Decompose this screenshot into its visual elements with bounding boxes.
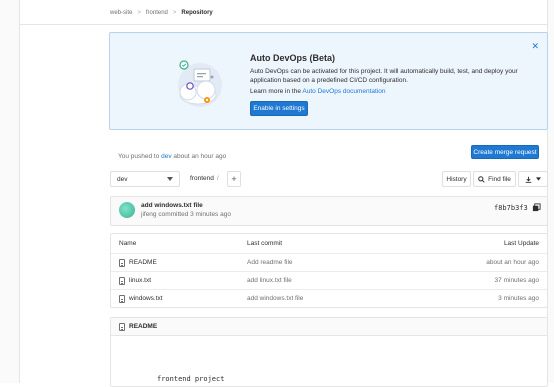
add-file-button[interactable]: + [227, 171, 241, 187]
breadcrumb-project[interactable]: frontend [146, 10, 168, 16]
download-dropdown[interactable] [518, 171, 548, 187]
breadcrumb-separator: > [137, 10, 141, 16]
column-last-update: Last Update [503, 240, 539, 247]
enable-in-settings-button[interactable]: Enable in settings [250, 101, 308, 116]
copy-icon[interactable] [532, 203, 541, 212]
plus-icon: + [231, 174, 237, 184]
file-updated: 37 minutes ago [494, 277, 539, 284]
banner-description: Auto DevOps can be activated for this pr… [250, 68, 518, 84]
file-name-cell: linux.txt [119, 276, 151, 285]
column-last-commit: Last commit [247, 240, 283, 247]
push-suffix: about an hour ago [171, 153, 227, 160]
create-merge-request-button[interactable]: Create merge request [471, 145, 539, 159]
file-commit[interactable]: add linux.txt file [247, 277, 292, 284]
search-icon [478, 175, 485, 183]
last-commit-box: add windows.txt file jifeng committed 3 … [110, 196, 548, 226]
find-file-label: Find file [488, 175, 511, 183]
file-updated: 3 minutes ago [498, 295, 539, 302]
file-name[interactable]: README [129, 259, 157, 266]
breadcrumb-group[interactable]: web-site [110, 10, 132, 16]
chevron-down-icon [536, 177, 541, 181]
file-updated: about an hour ago [486, 259, 539, 266]
readme-content: frontend project [157, 375, 225, 383]
table-header: Name Last commit Last Update [111, 234, 547, 253]
find-file-button[interactable]: Find file [473, 171, 516, 187]
column-name: Name [119, 240, 137, 247]
repo-path: frontend / [190, 175, 219, 182]
avatar[interactable] [119, 202, 135, 218]
file-icon [119, 258, 125, 267]
breadcrumb-separator: > [172, 10, 177, 16]
commit-message[interactable]: add windows.txt file [141, 202, 203, 209]
pushed-branch-link[interactable]: dev [161, 153, 171, 160]
commit-meta: jifeng committed 3 minutes ago [141, 211, 231, 218]
commit-sha[interactable]: f8b7b3f3 [494, 204, 528, 212]
push-prefix: You pushed to [118, 153, 162, 160]
file-name-cell: windows.txt [119, 294, 163, 303]
path-separator: / [216, 175, 219, 182]
file-commit[interactable]: Add readme file [247, 259, 293, 266]
file-icon [119, 276, 125, 285]
file-icon [119, 322, 125, 331]
file-table: Name Last commit Last Update README Add … [110, 233, 548, 308]
table-row[interactable]: windows.txt add windows.txt file 3 minut… [111, 289, 547, 307]
download-icon [525, 176, 532, 183]
close-icon[interactable]: ✕ [531, 41, 539, 52]
banner-title: Auto DevOps (Beta) [250, 53, 336, 63]
banner-learn-more: Learn more in the Auto DevOps documentat… [250, 88, 386, 95]
readme-panel: README frontend project [110, 317, 548, 387]
readme-header: README [111, 318, 547, 336]
header-divider [20, 24, 547, 25]
branch-select-value: dev [117, 175, 128, 183]
branch-select[interactable]: dev [110, 171, 180, 187]
readme-title: README [129, 323, 158, 330]
breadcrumb-current[interactable]: Repository [181, 10, 212, 16]
table-row[interactable]: linux.txt add linux.txt file 37 minutes … [111, 271, 547, 289]
file-commit[interactable]: add windows.txt file [247, 295, 303, 302]
auto-devops-banner: ✕ Auto DevOps (Beta) Auto DevOps can be … [109, 32, 548, 130]
learn-more-prefix: Learn more in the [250, 88, 303, 95]
left-sidebar [0, 0, 20, 383]
file-icon [119, 294, 125, 303]
file-name-cell: README [119, 258, 157, 267]
push-notice-text: You pushed to dev about an hour ago [118, 153, 226, 160]
repo-toolbar: dev frontend / + History Find file [110, 171, 548, 188]
chevron-down-icon [167, 177, 173, 181]
right-scroll-gutter[interactable] [547, 0, 554, 383]
history-button[interactable]: History [442, 171, 471, 187]
table-row[interactable]: README Add readme file about an hour ago [111, 253, 547, 271]
repo-path-root[interactable]: frontend [190, 175, 214, 182]
file-name[interactable]: windows.txt [129, 295, 163, 302]
file-name[interactable]: linux.txt [129, 277, 151, 284]
breadcrumb: web-site > frontend > Repository [110, 8, 213, 18]
devops-docs-link[interactable]: Auto DevOps documentation [302, 88, 385, 95]
devops-illustration-icon [178, 60, 222, 107]
